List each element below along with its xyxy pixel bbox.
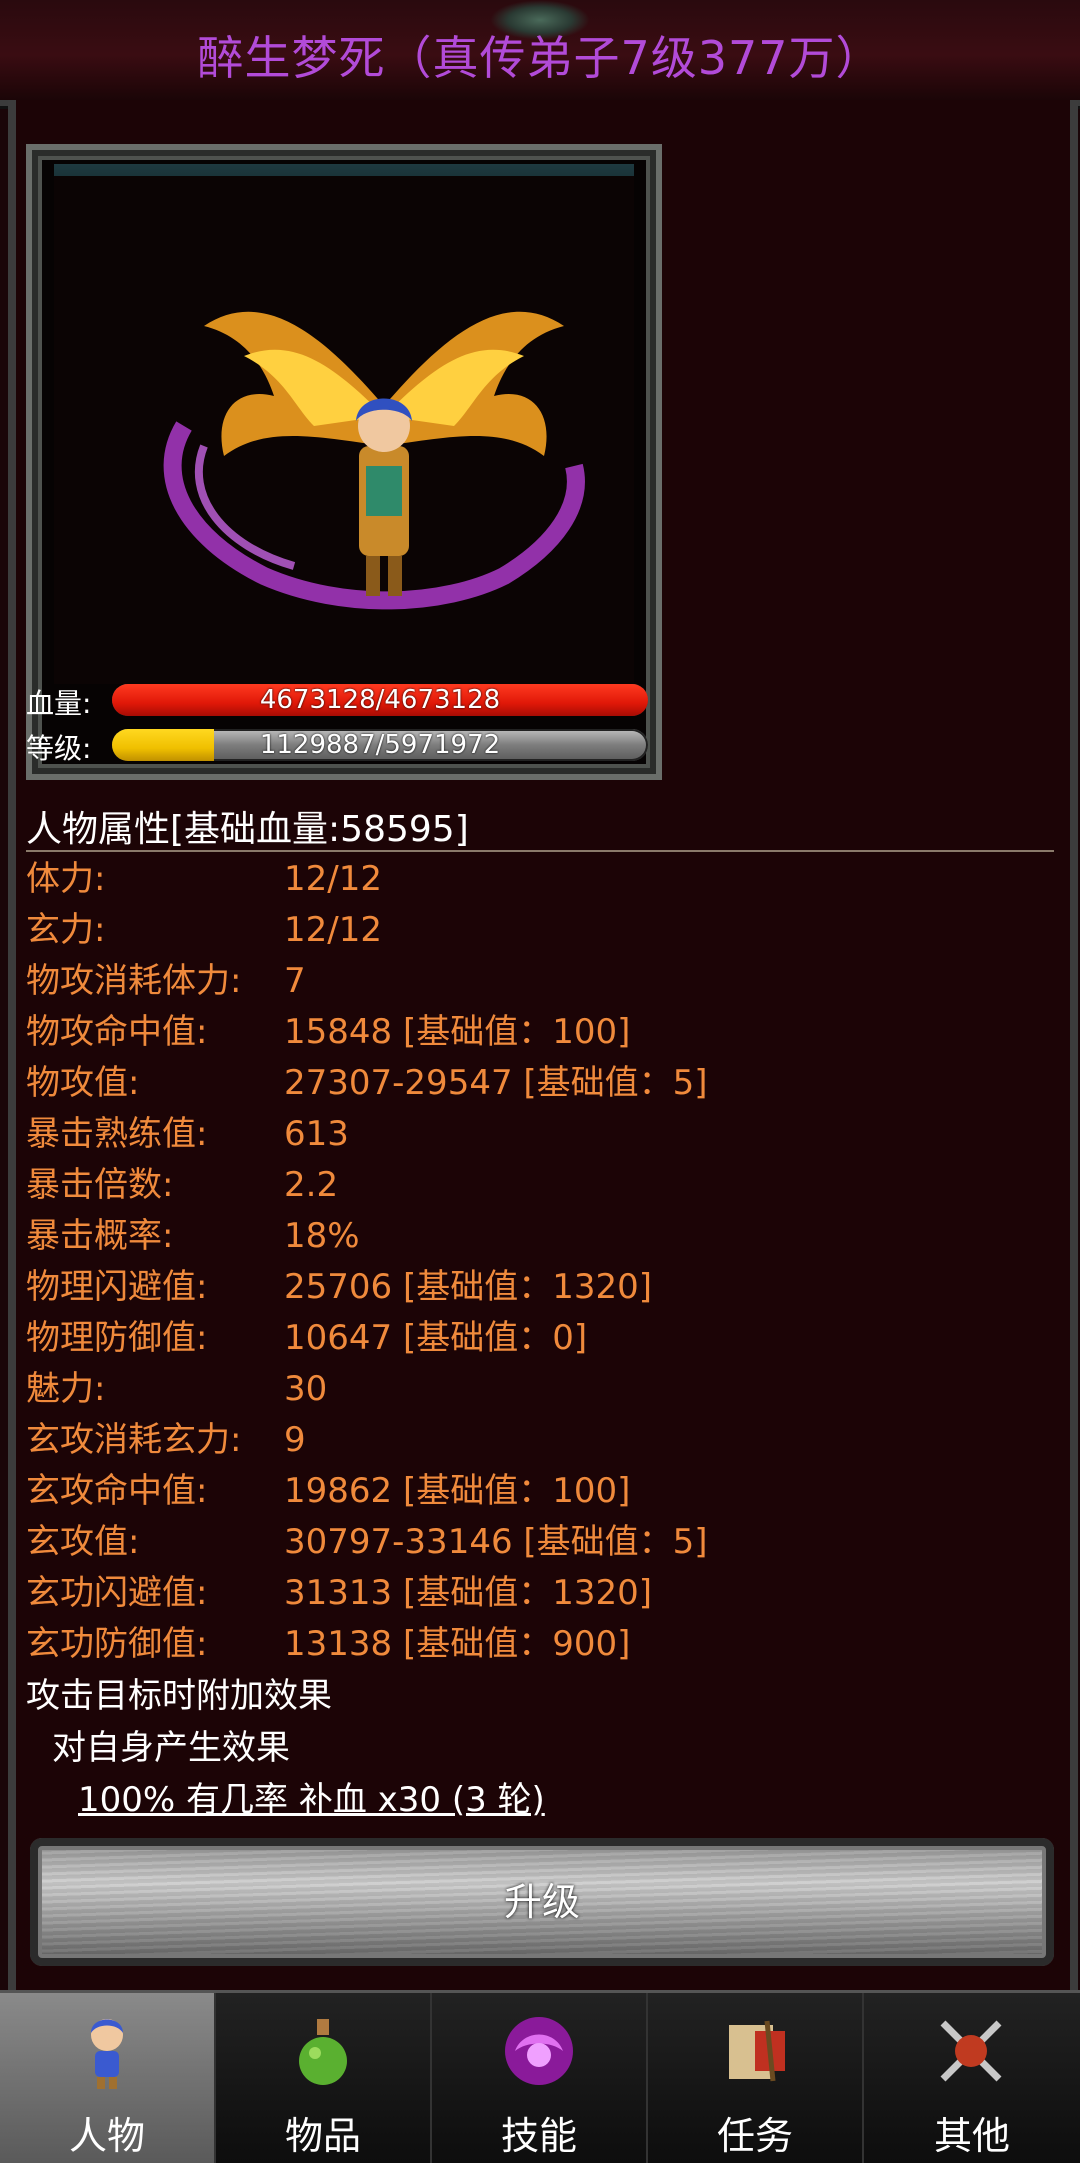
nav-tab-label: 人物 [68,2114,145,2158]
character-icon [91,2019,123,2089]
nav-tab-other[interactable]: 其他 [864,1993,1080,2163]
attribute-value: 19862 [基础值：100] [284,1471,631,1511]
character-title: 醉生梦死（真传弟子7级377万） [197,31,883,85]
attribute-label: 玄功防御值: [26,1624,208,1664]
attribute-label: 玄攻值: [26,1522,140,1562]
portrait-view [54,176,634,684]
attribute-row: 暴击熟练值: 613 [26,1109,1046,1160]
attribute-label: 物攻值: [26,1063,140,1103]
attributes-divider [26,850,1054,852]
nav-tab-quests[interactable]: 任务 [648,1993,864,2163]
attribute-value: 30 [284,1369,328,1409]
character-avatar-icon [163,311,585,610]
upgrade-button[interactable]: 升级 [30,1838,1054,1966]
attribute-label: 玄攻消耗玄力: [26,1420,242,1460]
attribute-label: 暴击倍数: [26,1165,174,1205]
attribute-label: 物理闪避值: [26,1267,208,1307]
attribute-row: 物理防御值: 10647 [基础值：0] [26,1313,1046,1364]
attribute-row: 玄攻值: 30797-33146 [基础值：5] [26,1517,1046,1568]
hp-value: 4673128/4673128 [259,685,501,715]
attribute-label: 物攻消耗体力: [26,961,242,1001]
attribute-value: 13138 [基础值：900] [284,1624,631,1664]
attribute-value: 2.2 [284,1165,339,1205]
nav-tab-label: 物品 [284,2114,361,2158]
attack-effects-header: 攻击目标时附加效果 [26,1676,332,1716]
attribute-value: 15848 [基础值：100] [284,1012,631,1052]
attribute-row: 物攻命中值: 15848 [基础值：100] [26,1007,1046,1058]
attribute-row: 物攻消耗体力: 7 [26,956,1046,1007]
attribute-value: 25706 [基础值：1320] [284,1267,653,1307]
attribute-label: 玄力: [26,910,106,950]
attribute-row: 物理闪避值: 25706 [基础值：1320] [26,1262,1046,1313]
attribute-row: 体力: 12/12 [26,854,1046,905]
attribute-row: 物攻值: 27307-29547 [基础值：5] [26,1058,1046,1109]
attribute-label: 魅力: [26,1369,106,1409]
crossed-swords-icon [940,2020,1002,2082]
attribute-value: 7 [284,961,306,1001]
upgrade-button-label: 升级 [503,1880,580,1924]
attribute-value: 10647 [基础值：0] [284,1318,588,1358]
attribute-row: 玄功防御值: 13138 [基础值：900] [26,1619,1046,1670]
attributes-title: 人物属性[基础血量:58595] [26,809,469,850]
attribute-row: 暴击倍数: 2.2 [26,1160,1046,1211]
attribute-row: 玄攻命中值: 19862 [基础值：100] [26,1466,1046,1517]
potion-icon [299,2019,347,2085]
nav-tab-label: 任务 [716,2114,793,2158]
attribute-row: 魅力: 30 [26,1364,1046,1415]
hp-label: 血量: [26,687,92,720]
level-bar: 1129887/5971972 [112,729,648,761]
attribute-label: 暴击概率: [26,1216,174,1256]
attribute-value: 31313 [基础值：1320] [284,1573,653,1613]
bottom-nav: 人物 物品 技能 任务 其他 [0,1990,1080,2163]
attribute-row: 玄攻消耗玄力: 9 [26,1415,1046,1466]
attribute-label: 物攻命中值: [26,1012,208,1052]
effect-link[interactable]: 100% 有几率 补血 x30 (3 轮) [78,1772,545,1821]
attribute-row: 暴击概率: 18% [26,1211,1046,1262]
attribute-value: 12/12 [284,910,382,950]
nav-tab-character[interactable]: 人物 [0,1993,216,2163]
attribute-value: 613 [284,1114,349,1154]
attribute-value: 12/12 [284,859,382,899]
attribute-label: 玄攻命中值: [26,1471,208,1511]
attribute-row: 玄功闪避值: 31313 [基础值：1320] [26,1568,1046,1619]
hp-bar: 4673128/4673128 [112,684,648,716]
title-bar: 醉生梦死（真传弟子7级377万） [0,0,1080,106]
attribute-label: 体力: [26,859,106,899]
nav-tab-label: 其他 [933,2114,1010,2158]
attribute-label: 暴击熟练值: [26,1114,208,1154]
nav-tab-label: 技能 [500,2114,577,2158]
level-label: 等级: [26,732,92,765]
nav-tab-skills[interactable]: 技能 [432,1993,648,2163]
self-effects-header: 对自身产生效果 [52,1728,290,1768]
level-value: 1129887/5971972 [259,730,501,760]
attribute-label: 玄功闪避值: [26,1573,208,1613]
attribute-value: 27307-29547 [基础值：5] [284,1063,708,1103]
attribute-value: 9 [284,1420,306,1460]
attribute-value: 30797-33146 [基础值：5] [284,1522,708,1562]
attribute-row: 玄力: 12/12 [26,905,1046,956]
attribute-value: 18% [284,1216,360,1256]
quest-scroll-icon [729,2020,785,2082]
skill-orb-icon [505,2017,573,2085]
nav-tab-items[interactable]: 物品 [216,1993,432,2163]
attribute-label: 物理防御值: [26,1318,208,1358]
